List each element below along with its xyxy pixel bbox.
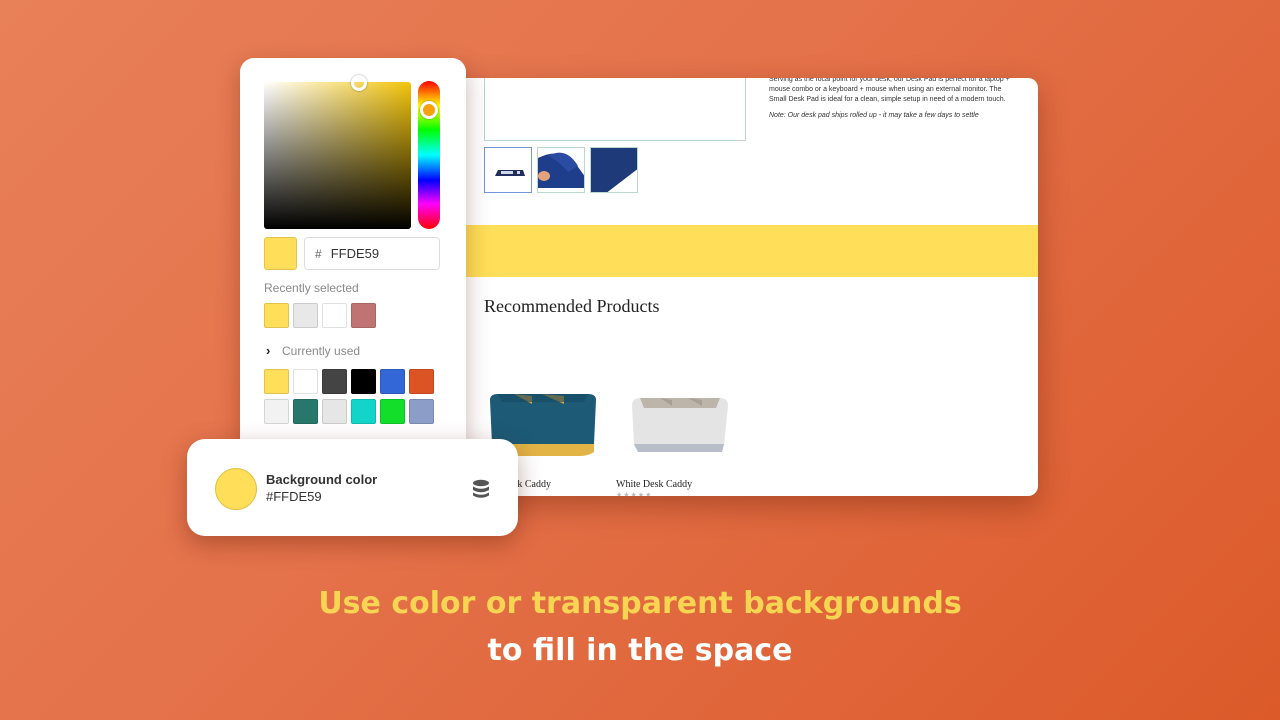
currently-used-toggle[interactable]: Currently used (282, 344, 360, 358)
color-swatch[interactable] (380, 369, 405, 394)
color-swatch[interactable] (409, 399, 434, 424)
color-swatch[interactable] (293, 369, 318, 394)
color-swatch[interactable] (322, 369, 347, 394)
used-swatches-row (264, 399, 434, 424)
color-swatch[interactable] (264, 369, 289, 394)
hue-handle[interactable] (420, 101, 438, 119)
rating-stars: ★★★★★ (616, 492, 653, 496)
product-description: Serving as the focal point for your desk… (769, 78, 1019, 121)
color-swatch[interactable] (322, 303, 347, 328)
background-color-band (440, 225, 1038, 277)
recent-swatches (264, 303, 376, 328)
hex-value: FFDE59 (330, 246, 380, 261)
color-swatch[interactable] (293, 399, 318, 424)
caption-line-1: Use color or transparent backgrounds (318, 586, 962, 621)
color-swatch[interactable] (264, 303, 289, 328)
saturation-brightness-area[interactable] (264, 82, 411, 229)
color-swatch[interactable] (409, 369, 434, 394)
background-color-hex: #FFDE59 (266, 489, 322, 504)
description-note: Note: Our desk pad ships rolled up - it … (769, 112, 979, 119)
color-swatch[interactable] (351, 369, 376, 394)
saturation-handle[interactable] (351, 75, 367, 91)
color-swatch[interactable] (293, 303, 318, 328)
thumbnail-desk-pad-hand[interactable] (537, 147, 585, 193)
thumbnail-desk-pad-corner[interactable] (590, 147, 638, 193)
background-color-dot[interactable] (215, 468, 257, 510)
color-picker-panel: # FFDE59 Recently selected › Currently u… (240, 58, 466, 458)
color-swatch[interactable] (351, 303, 376, 328)
used-swatches-row (264, 369, 434, 394)
description-text: Serving as the focal point for your desk… (769, 78, 1010, 103)
database-icon[interactable] (472, 479, 490, 499)
product-name-white-caddy[interactable]: White Desk Caddy (616, 479, 692, 490)
color-swatch[interactable] (264, 399, 289, 424)
background-color-card[interactable]: Background color #FFDE59 (187, 439, 518, 536)
main-product-image (484, 78, 746, 141)
thumbnail-desk-pad-top[interactable] (484, 147, 532, 193)
chevron-right-icon[interactable]: › (266, 343, 270, 358)
hash-prefix: # (315, 246, 322, 261)
recommended-products-title: Recommended Products (484, 296, 660, 316)
color-swatch[interactable] (351, 399, 376, 424)
color-swatch[interactable] (322, 399, 347, 424)
current-color-swatch (264, 237, 297, 270)
store-preview: Serving as the focal point for your desk… (440, 78, 1038, 496)
background-color-title: Background color (266, 472, 378, 487)
hex-input[interactable]: # FFDE59 (304, 237, 440, 270)
recently-selected-label: Recently selected (264, 281, 359, 295)
product-image-white-caddy[interactable] (616, 368, 734, 473)
color-swatch[interactable] (380, 399, 405, 424)
caption-line-2: to fill in the space (487, 633, 793, 668)
